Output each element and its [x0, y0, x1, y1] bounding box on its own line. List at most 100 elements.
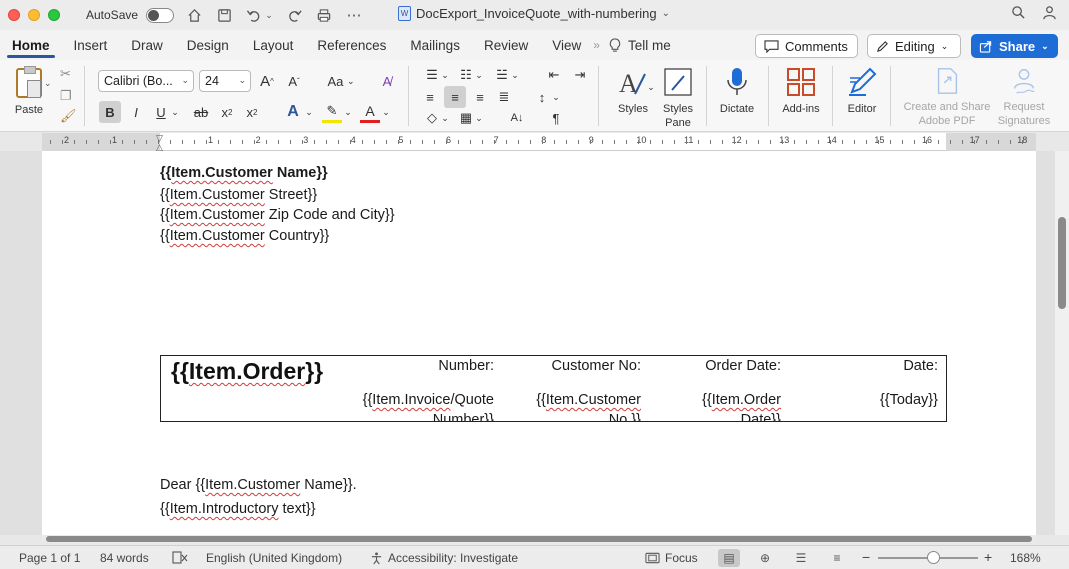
close-window-button[interactable]	[8, 9, 20, 21]
header-customer-no[interactable]: Customer No:	[552, 358, 641, 374]
home-icon[interactable]	[184, 5, 204, 25]
addins-button[interactable]: Add-ins	[778, 66, 824, 115]
document-page[interactable]: {{Item.Customer Name}} {{Item.Customer S…	[42, 151, 1036, 535]
shrink-font-button[interactable]: Aˇ	[284, 70, 304, 92]
more-icon[interactable]: ⋯	[344, 5, 364, 25]
outline-view-icon[interactable]: ☰	[790, 549, 812, 567]
vertical-scrollbar[interactable]	[1055, 151, 1069, 535]
maximize-window-button[interactable]	[48, 9, 60, 21]
autosave-toggle[interactable]	[146, 7, 175, 23]
underline-button[interactable]: U	[151, 101, 171, 123]
superscript-button[interactable]: x2	[243, 101, 261, 123]
undo-icon[interactable]	[244, 5, 264, 25]
proofing-icon[interactable]	[172, 551, 188, 564]
chevron-down-icon[interactable]: ⌄	[304, 101, 314, 123]
intro-line[interactable]: {{Item.Introductory text}}	[160, 501, 316, 517]
tab-layout[interactable]: Layout	[241, 30, 306, 60]
font-color-icon[interactable]: A	[360, 101, 380, 123]
italic-button[interactable]: I	[126, 101, 146, 123]
tell-me-box[interactable]: Tell me	[608, 38, 671, 53]
increase-indent-icon[interactable]: ⇥	[570, 64, 590, 86]
zoom-out-button[interactable]: −	[862, 549, 870, 565]
tab-insert[interactable]: Insert	[62, 30, 120, 60]
multilevel-list-icon[interactable]: ☱	[492, 64, 512, 86]
paste-dropdown-icon[interactable]: ⌄	[44, 78, 52, 89]
print-layout-view-icon[interactable]: ▤	[718, 549, 740, 567]
chevron-down-icon[interactable]: ⌄	[475, 107, 483, 129]
search-icon[interactable]	[1011, 5, 1026, 24]
grow-font-button[interactable]: A ^	[257, 70, 277, 92]
justify-icon[interactable]: ≣	[494, 86, 514, 108]
paste-button[interactable]: Paste	[10, 66, 48, 116]
order-table[interactable]: {{Item.Order}} Number: Customer No: Orde…	[160, 355, 947, 422]
styles-pane-button[interactable]: Styles Pane	[658, 66, 698, 129]
copy-icon[interactable]: ❐	[60, 88, 72, 104]
chevron-down-icon[interactable]: ⌄	[511, 64, 519, 86]
chevron-down-icon[interactable]: ⌄	[475, 64, 483, 86]
underline-dropdown-icon[interactable]: ⌄	[170, 101, 180, 123]
text-effects-icon[interactable]: A	[283, 101, 303, 123]
font-size-select[interactable]: 24 ⌄	[199, 70, 251, 92]
vertical-scroll-thumb[interactable]	[1058, 217, 1066, 309]
request-signatures-button[interactable]: Request Signatures	[994, 66, 1054, 127]
address-line-country[interactable]: {{Item.Customer Country}}	[160, 228, 329, 244]
decrease-indent-icon[interactable]: ⇤	[544, 64, 564, 86]
align-right-icon[interactable]: ≡	[470, 86, 490, 108]
align-left-icon[interactable]: ≡	[420, 86, 440, 108]
greeting-line[interactable]: Dear {{Item.Customer Name}}.	[160, 477, 357, 493]
tab-home[interactable]: Home	[0, 30, 62, 60]
tab-mailings[interactable]: Mailings	[398, 30, 472, 60]
shading-icon[interactable]: ◇	[422, 107, 442, 129]
value-invoice-number[interactable]: {{Item.Invoice/Quote Number}}	[363, 390, 494, 421]
change-case-button[interactable]: Aa ⌄	[323, 70, 359, 92]
header-order-date[interactable]: Order Date:	[705, 358, 781, 374]
bullets-icon[interactable]: ☰	[422, 64, 442, 86]
value-customer-no[interactable]: {{Item.Customer No.}}	[536, 390, 641, 421]
chevron-down-icon[interactable]: ⌄	[646, 76, 656, 98]
tab-design[interactable]: Design	[175, 30, 241, 60]
horizontal-ruler[interactable]: 21123456789101112131415161718 ▽ △	[42, 133, 1036, 152]
highlight-color-icon[interactable]: ✎	[322, 101, 342, 123]
comments-button[interactable]: Comments	[755, 34, 858, 58]
share-button[interactable]: Share ⌄	[971, 34, 1058, 58]
print-icon[interactable]	[314, 5, 334, 25]
more-tabs-icon[interactable]: »	[593, 38, 600, 52]
borders-icon[interactable]: ▦	[456, 107, 476, 129]
chevron-down-icon[interactable]: ⌄	[441, 107, 449, 129]
value-order-date[interactable]: {{Item.Order Date}}	[702, 390, 781, 421]
save-icon[interactable]	[214, 5, 234, 25]
zoom-in-button[interactable]: +	[984, 549, 992, 565]
strikethrough-button[interactable]: ab	[190, 101, 212, 123]
address-line-street[interactable]: {{Item.Customer Street}}	[160, 187, 317, 203]
clear-formatting-icon[interactable]: A̸	[376, 70, 398, 92]
draft-view-icon[interactable]: ≡	[826, 549, 848, 567]
zoom-slider-knob[interactable]	[927, 551, 940, 564]
sort-icon[interactable]: A↓	[507, 107, 527, 129]
subscript-button[interactable]: x2	[218, 101, 236, 123]
chevron-down-icon[interactable]: ⌄	[343, 101, 353, 123]
editing-mode-button[interactable]: Editing ⌄	[867, 34, 961, 58]
focus-mode-button[interactable]: Focus	[645, 551, 698, 565]
editor-button[interactable]: Editor	[840, 66, 884, 115]
zoom-level[interactable]: 168%	[1010, 551, 1041, 565]
dictate-button[interactable]: Dictate	[716, 66, 758, 115]
font-name-select[interactable]: Calibri (Bo... ⌄	[98, 70, 194, 92]
bold-button[interactable]: B	[99, 101, 121, 123]
horizontal-scrollbar[interactable]	[42, 535, 1036, 543]
header-date[interactable]: Date:	[903, 358, 938, 374]
chevron-down-icon[interactable]: ⌄	[381, 101, 391, 123]
web-layout-view-icon[interactable]: ⊕	[754, 549, 776, 567]
tab-review[interactable]: Review	[472, 30, 540, 60]
create-adobe-pdf-button[interactable]: Create and Share Adobe PDF	[900, 66, 994, 127]
horizontal-scroll-thumb[interactable]	[46, 536, 1032, 542]
tab-references[interactable]: References	[305, 30, 398, 60]
align-center-icon[interactable]: ≡	[444, 86, 466, 108]
minimize-window-button[interactable]	[28, 9, 40, 21]
cut-icon[interactable]: ✂	[60, 66, 71, 82]
word-count[interactable]: 84 words	[100, 551, 149, 565]
chevron-down-icon[interactable]: ⌄	[552, 86, 560, 108]
tab-draw[interactable]: Draw	[119, 30, 175, 60]
line-spacing-icon[interactable]: ↕	[532, 86, 552, 108]
header-number[interactable]: Number:	[438, 358, 494, 374]
format-painter-icon[interactable]: 🖌	[60, 108, 77, 124]
